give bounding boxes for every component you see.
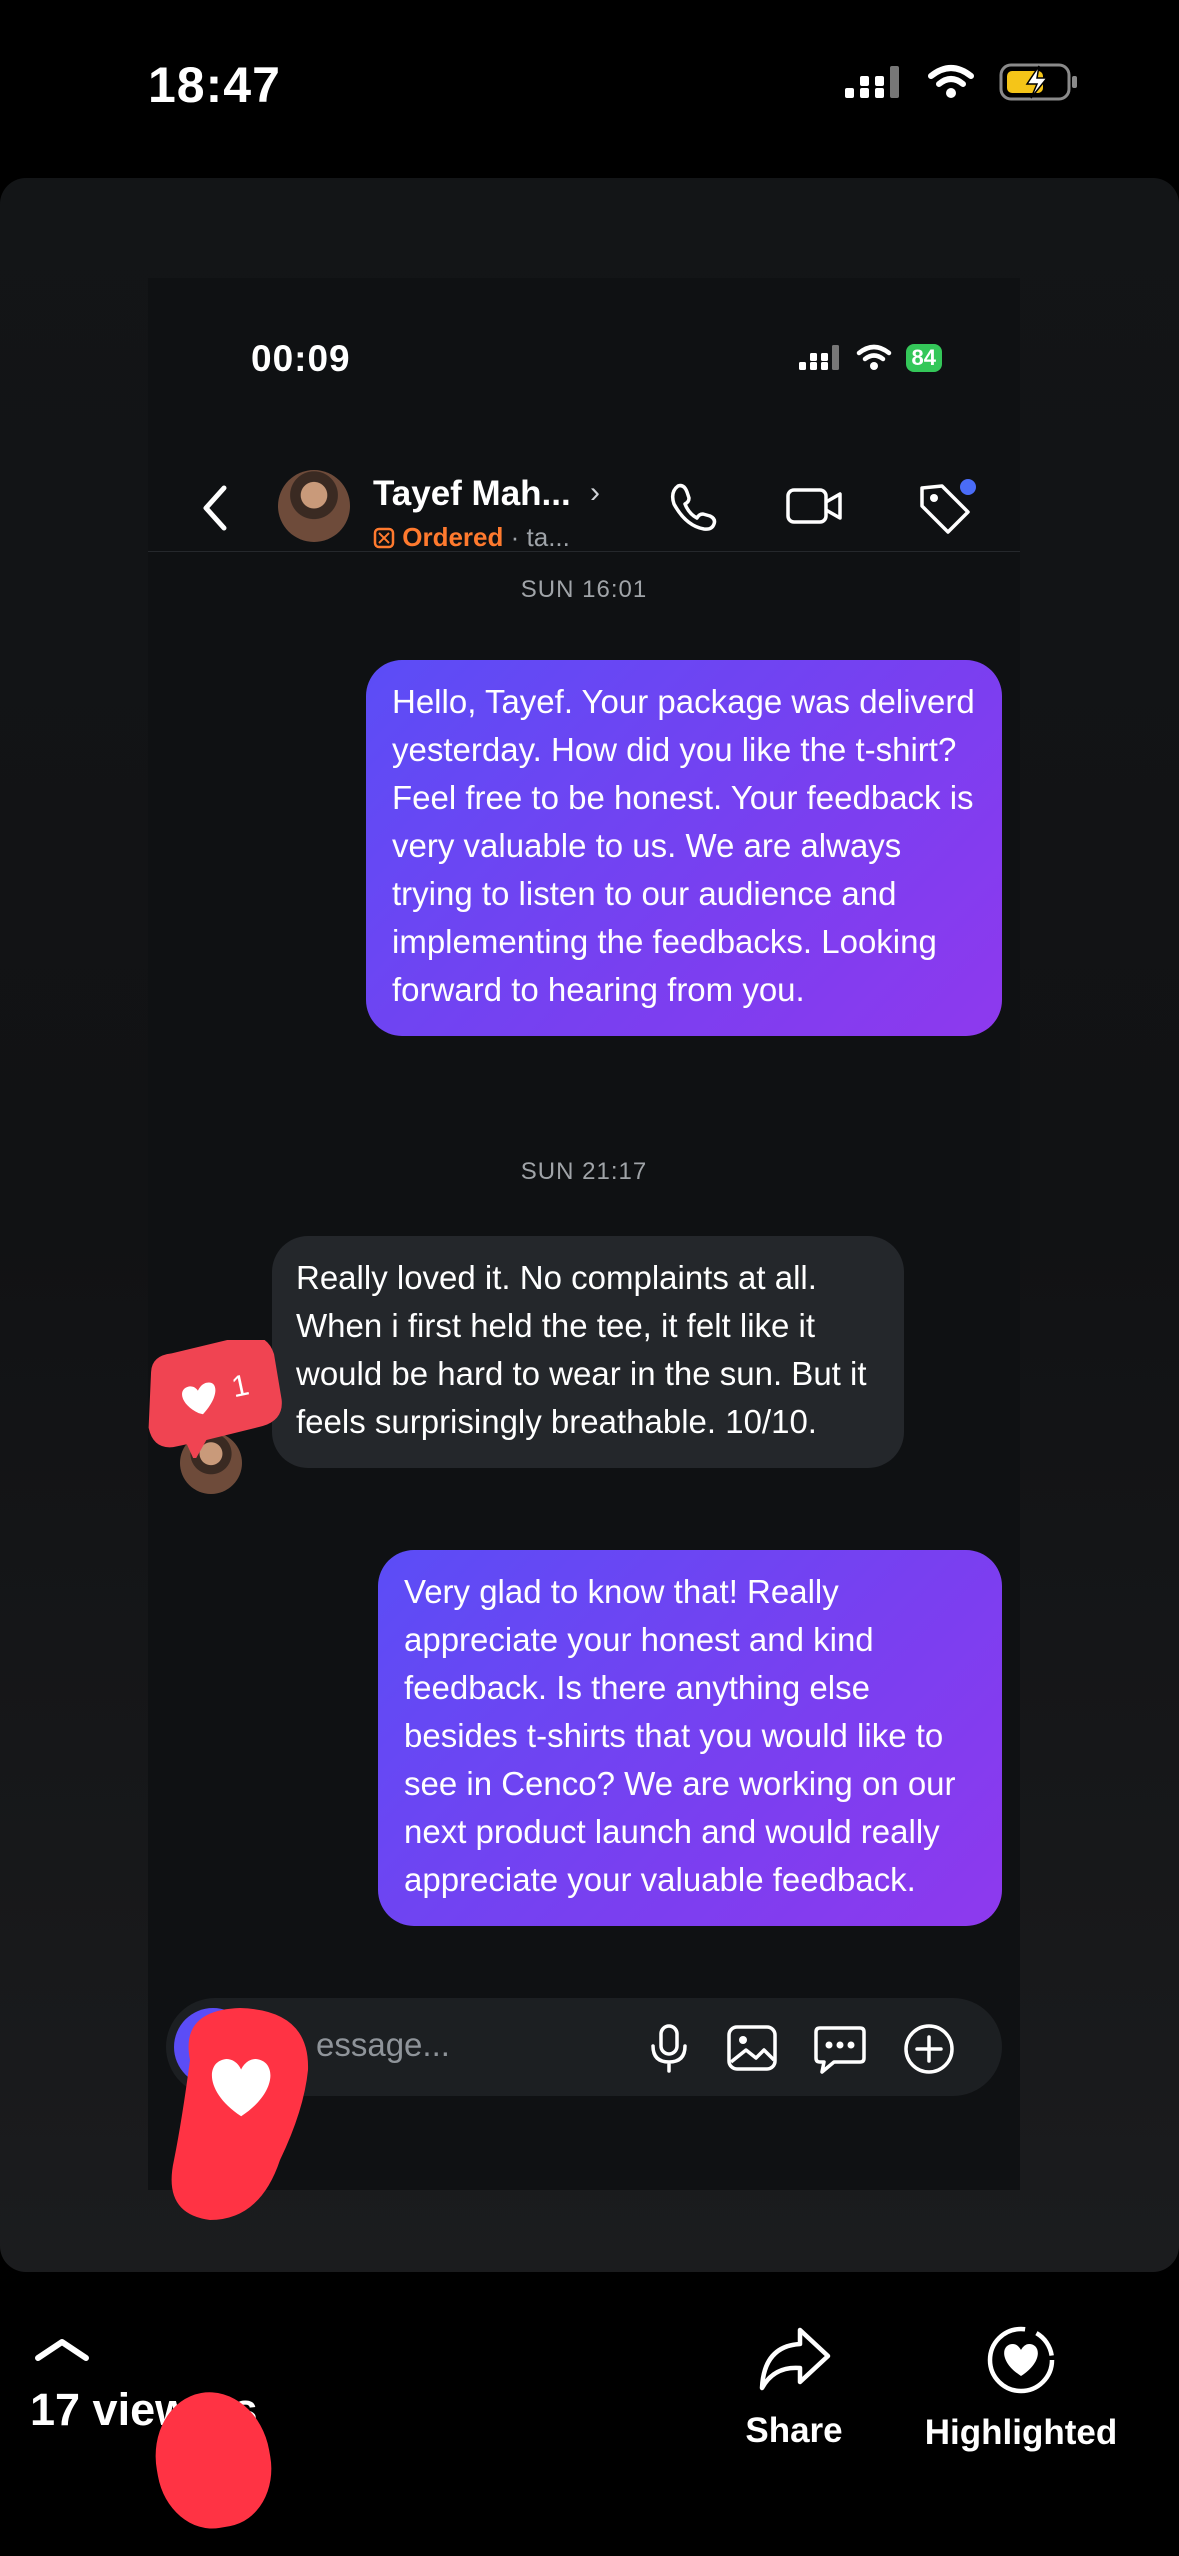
floating-heart-icon	[171, 2008, 309, 2220]
image-icon[interactable]	[724, 2022, 780, 2074]
inner-clock: 00:09	[251, 338, 351, 379]
phone-icon[interactable]	[666, 478, 722, 534]
status-extra: · ta...	[510, 522, 570, 552]
message-bubble-incoming[interactable]: Really loved it. No complaints at all. W…	[272, 1236, 904, 1468]
story-bottom-bar: 17 viewers Share Highlighted	[0, 2272, 1179, 2556]
chat-header: Tayef Mah... › Ordered · ta...	[148, 438, 1020, 552]
battery-charging-icon	[999, 63, 1077, 101]
share-button[interactable]: Share	[738, 2324, 850, 2451]
microphone-icon[interactable]	[644, 2022, 694, 2074]
battery-level: 84	[905, 344, 942, 372]
message-bubble-outgoing[interactable]: Very glad to know that! Really appreciat…	[378, 1550, 1002, 1926]
inner-status-bar: 00:09 84	[148, 278, 1020, 438]
back-icon[interactable]	[200, 484, 228, 532]
timestamp: SUN 21:17	[520, 1158, 648, 1185]
contact-avatar[interactable]	[278, 470, 350, 542]
clock: 18:47	[148, 57, 281, 113]
share-label: Share	[745, 2411, 843, 2450]
status-bar: 18:47	[0, 0, 1179, 170]
cellular-signal-icon	[798, 345, 839, 370]
message-input[interactable]: essage...	[316, 2026, 450, 2064]
ordered-label: Ordered	[402, 522, 504, 552]
share-icon	[759, 2327, 831, 2391]
inner-status-icons: 84	[798, 344, 942, 372]
highlighted-button[interactable]: Highlighted	[914, 2324, 1128, 2453]
chevron-right-icon: ›	[590, 476, 600, 509]
wifi-icon	[856, 344, 891, 370]
contact-status: Ordered · ta...	[373, 522, 570, 553]
highlighted-label: Highlighted	[924, 2413, 1118, 2452]
order-box-icon	[373, 527, 395, 549]
wifi-icon	[928, 65, 974, 98]
like-reaction-badge: 1	[148, 1340, 282, 1458]
contact-name[interactable]: Tayef Mah...	[373, 474, 571, 514]
story-card: 00:09 84 Tayef Mah... › Ordered · ta... …	[0, 178, 1179, 2272]
message-bubble-outgoing[interactable]: Hello, Tayef. Your package was deliverd …	[366, 660, 1002, 1036]
tag-icon[interactable]	[914, 478, 978, 538]
highlight-heart-icon	[987, 2326, 1055, 2394]
cellular-signal-icon	[845, 66, 899, 98]
status-icons	[843, 62, 1079, 102]
chat-screenshot: 00:09 84 Tayef Mah... › Ordered · ta... …	[148, 278, 1020, 2190]
video-call-icon[interactable]	[784, 478, 844, 534]
chevron-up-icon[interactable]	[32, 2334, 92, 2364]
add-icon[interactable]	[902, 2022, 956, 2076]
timestamp: SUN 16:01	[520, 576, 648, 603]
chat-bubble-icon[interactable]	[812, 2022, 868, 2076]
